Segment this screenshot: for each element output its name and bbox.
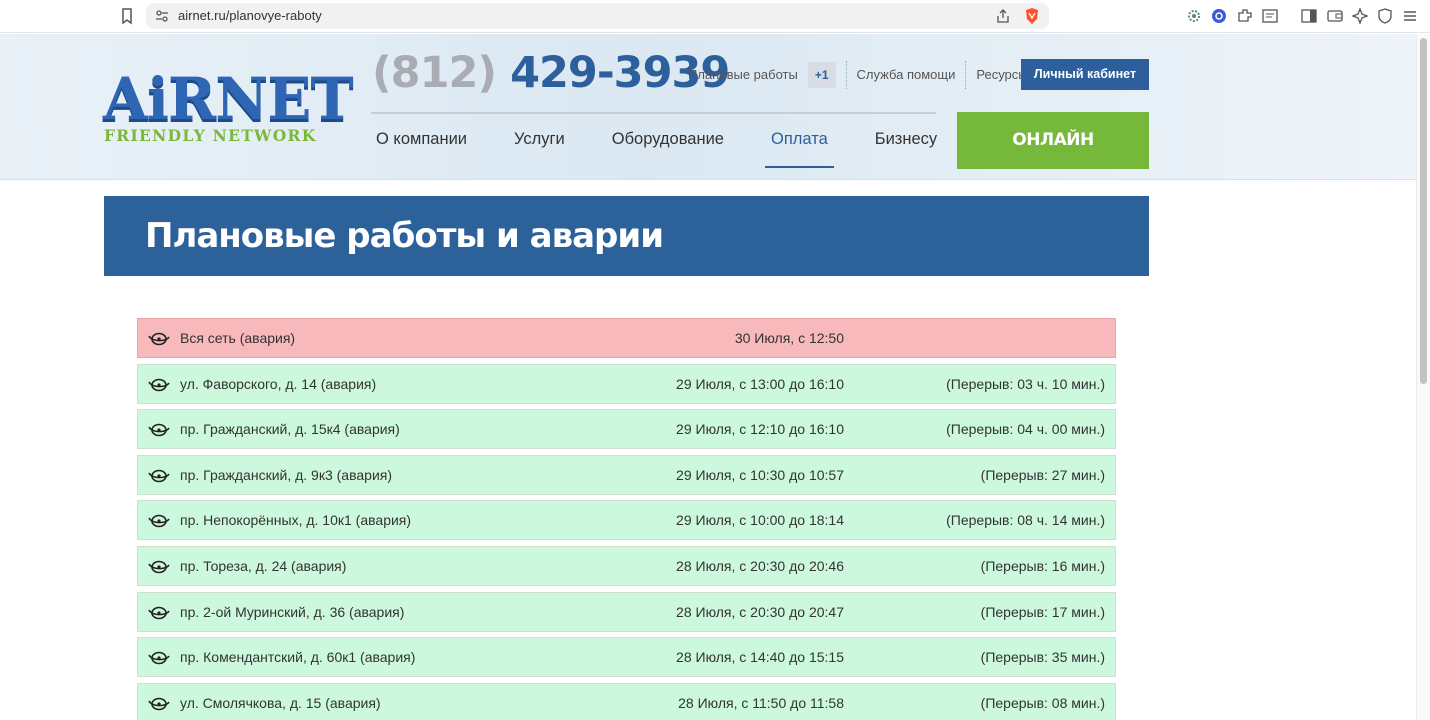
scrollbar-thumb[interactable] — [1420, 38, 1427, 384]
outage-address: пр. Непокорённых, д. 10к1 (авария) — [180, 512, 412, 529]
outage-time: 30 Июля, с 12:50 — [734, 330, 844, 346]
outage-row[interactable]: ул. Смолячкова, д. 15 (авария) 28 Июля, с… — [137, 682, 1116, 720]
vpn-globe-icon[interactable] — [1210, 7, 1228, 25]
outage-address: пр. 2-ой Муринский, д. 36 (авария) — [180, 603, 405, 620]
menu-item-business[interactable]: Бизнесу — [875, 130, 937, 149]
outage-time: 28 Июля, с 14:40 до 15:15 — [676, 649, 844, 666]
outage-time: 29 Июля, с 13:00 до 16:10 — [676, 375, 844, 392]
outage-time: 28 Июля, с 11:50 до 11:58 — [678, 694, 844, 711]
browser-toolbar: airnet.ru/planovye-raboty — [0, 0, 1430, 33]
planned-works-badge[interactable]: +1 — [807, 62, 836, 88]
outage-row[interactable]: пр. Тореза, д. 24 (авария) 28 Июля, с 20:… — [137, 545, 1116, 586]
address-bar[interactable]: airnet.ru/planovye-raboty — [146, 3, 1049, 29]
reader-mode-icon[interactable] — [1261, 7, 1279, 25]
outage-break: (Перерыв: 17 мин.) — [980, 603, 1105, 620]
planned-works-link[interactable]: Плановые работы — [688, 62, 808, 88]
outage-address: пр. Гражданский, д. 9к3 (авария) — [180, 466, 393, 483]
nav-divider — [371, 112, 936, 114]
outage-break: (Перерыв: 27 мин.) — [980, 466, 1105, 483]
outage-icon — [148, 512, 170, 529]
outage-address: ул. Смолячкова, д. 15 (авария) — [180, 694, 381, 711]
page-content: AiRNET FRIENDLY NETWORK (812) 429-3939 П… — [0, 34, 1416, 720]
outage-icon — [148, 558, 170, 575]
sidebar-toggle-icon[interactable] — [1300, 7, 1318, 25]
outage-row[interactable]: пр. Гражданский, д. 15к4 (авария) 29 Июля… — [137, 409, 1116, 450]
outage-address: Вся сеть (авария) — [180, 330, 296, 346]
wallet-icon[interactable] — [1326, 7, 1344, 25]
menu-item-company[interactable]: О компании — [376, 130, 467, 149]
extension-gear-icon[interactable] — [1185, 7, 1203, 25]
outage-time: 29 Июля, с 10:00 до 18:14 — [676, 512, 844, 529]
extensions-puzzle-icon[interactable] — [1236, 7, 1254, 25]
outage-icon — [148, 421, 170, 438]
top-links: Плановые работы +1 Служба помощи Ресурсы — [688, 60, 1038, 90]
outage-break: (Перерыв: 08 мин.) — [980, 694, 1105, 711]
menu-item-payment[interactable]: Оплата — [765, 130, 834, 168]
scrollbar[interactable] — [1416, 34, 1430, 720]
outage-icon — [148, 467, 170, 484]
page-title: Плановые работы и аварии — [145, 216, 664, 256]
brave-shield-icon[interactable] — [1023, 7, 1041, 25]
site-logo[interactable]: AiRNET FRIENDLY NETWORK — [103, 68, 354, 146]
url-text[interactable]: airnet.ru/planovye-raboty — [178, 8, 322, 23]
outage-break: (Перерыв: 04 ч. 00 мин.) — [946, 421, 1105, 438]
outage-row[interactable]: пр. Гражданский, д. 9к3 (авария) 29 Июля,… — [137, 454, 1116, 495]
phone-code: (812) — [372, 48, 497, 98]
outage-address: пр. Гражданский, д. 15к4 (авария) — [180, 421, 400, 438]
outage-icon — [148, 376, 170, 393]
outage-break: (Перерыв: 35 мин.) — [980, 649, 1105, 666]
personal-cabinet-button[interactable]: Личный кабинет — [1021, 59, 1149, 90]
outage-address: пр. Комендантский, д. 60к1 (авария) — [180, 649, 416, 666]
menu-item-equipment[interactable]: Оборудование — [612, 130, 724, 149]
outage-time: 29 Июля, с 10:30 до 10:57 — [676, 466, 844, 483]
outage-address: ул. Фаворского, д. 14 (авария) — [180, 375, 377, 392]
help-service-link[interactable]: Служба помощи — [847, 62, 966, 88]
outage-time: 28 Июля, с 20:30 до 20:47 — [676, 603, 844, 620]
logo-tagline: FRIENDLY NETWORK — [104, 126, 317, 145]
outage-break: (Перерыв: 16 мин.) — [980, 557, 1105, 574]
leo-ai-icon[interactable] — [1351, 7, 1369, 25]
vpn-shield-icon[interactable] — [1376, 7, 1394, 25]
main-menu: О компании Услуги Оборудование Оплата Би… — [376, 130, 984, 168]
logo-wordmark: AiRNET — [103, 65, 354, 133]
site-settings-icon[interactable] — [154, 8, 170, 24]
page-title-banner: Плановые работы и аварии — [104, 196, 1149, 276]
outage-row[interactable]: пр. 2-ой Муринский, д. 36 (авария) 28 Июл… — [137, 591, 1116, 632]
outage-icon — [148, 649, 170, 666]
outage-row[interactable]: пр. Комендантский, д. 60к1 (авария) 28 Ию… — [137, 637, 1116, 678]
outage-icon — [148, 695, 170, 712]
outage-break: (Перерыв: 03 ч. 10 мин.) — [946, 375, 1105, 392]
outage-address: пр. Тореза, д. 24 (авария) — [180, 557, 347, 574]
outage-time: 28 Июля, с 20:30 до 20:46 — [676, 557, 844, 574]
outage-time: 29 Июля, с 12:10 до 16:10 — [676, 421, 844, 438]
outage-break: (Перерыв: 08 ч. 14 мин.) — [946, 512, 1105, 529]
outage-icon — [148, 330, 170, 347]
outage-list: Вся сеть (авария) 30 Июля, с 12:50 ул. Фав… — [137, 318, 1116, 720]
outage-row[interactable]: ул. Фаворского, д. 14 (авария) 29 Июля, с… — [137, 363, 1116, 404]
online-registration-button[interactable]: ОНЛАЙН РЕГИСТРАЦИЯ — [957, 112, 1149, 207]
bookmark-icon[interactable] — [118, 7, 136, 25]
menu-item-services[interactable]: Услуги — [514, 130, 565, 149]
outage-row[interactable]: Вся сеть (авария) 30 Июля, с 12:50 — [137, 318, 1116, 358]
phone-number[interactable]: (812) 429-3939 — [372, 48, 730, 98]
menu-icon[interactable] — [1401, 7, 1419, 25]
share-icon[interactable] — [995, 8, 1011, 24]
site-header: AiRNET FRIENDLY NETWORK (812) 429-3939 П… — [0, 34, 1416, 207]
outage-row[interactable]: пр. Непокорённых, д. 10к1 (авария) 29 Июл… — [137, 500, 1116, 541]
outage-icon — [148, 604, 170, 621]
